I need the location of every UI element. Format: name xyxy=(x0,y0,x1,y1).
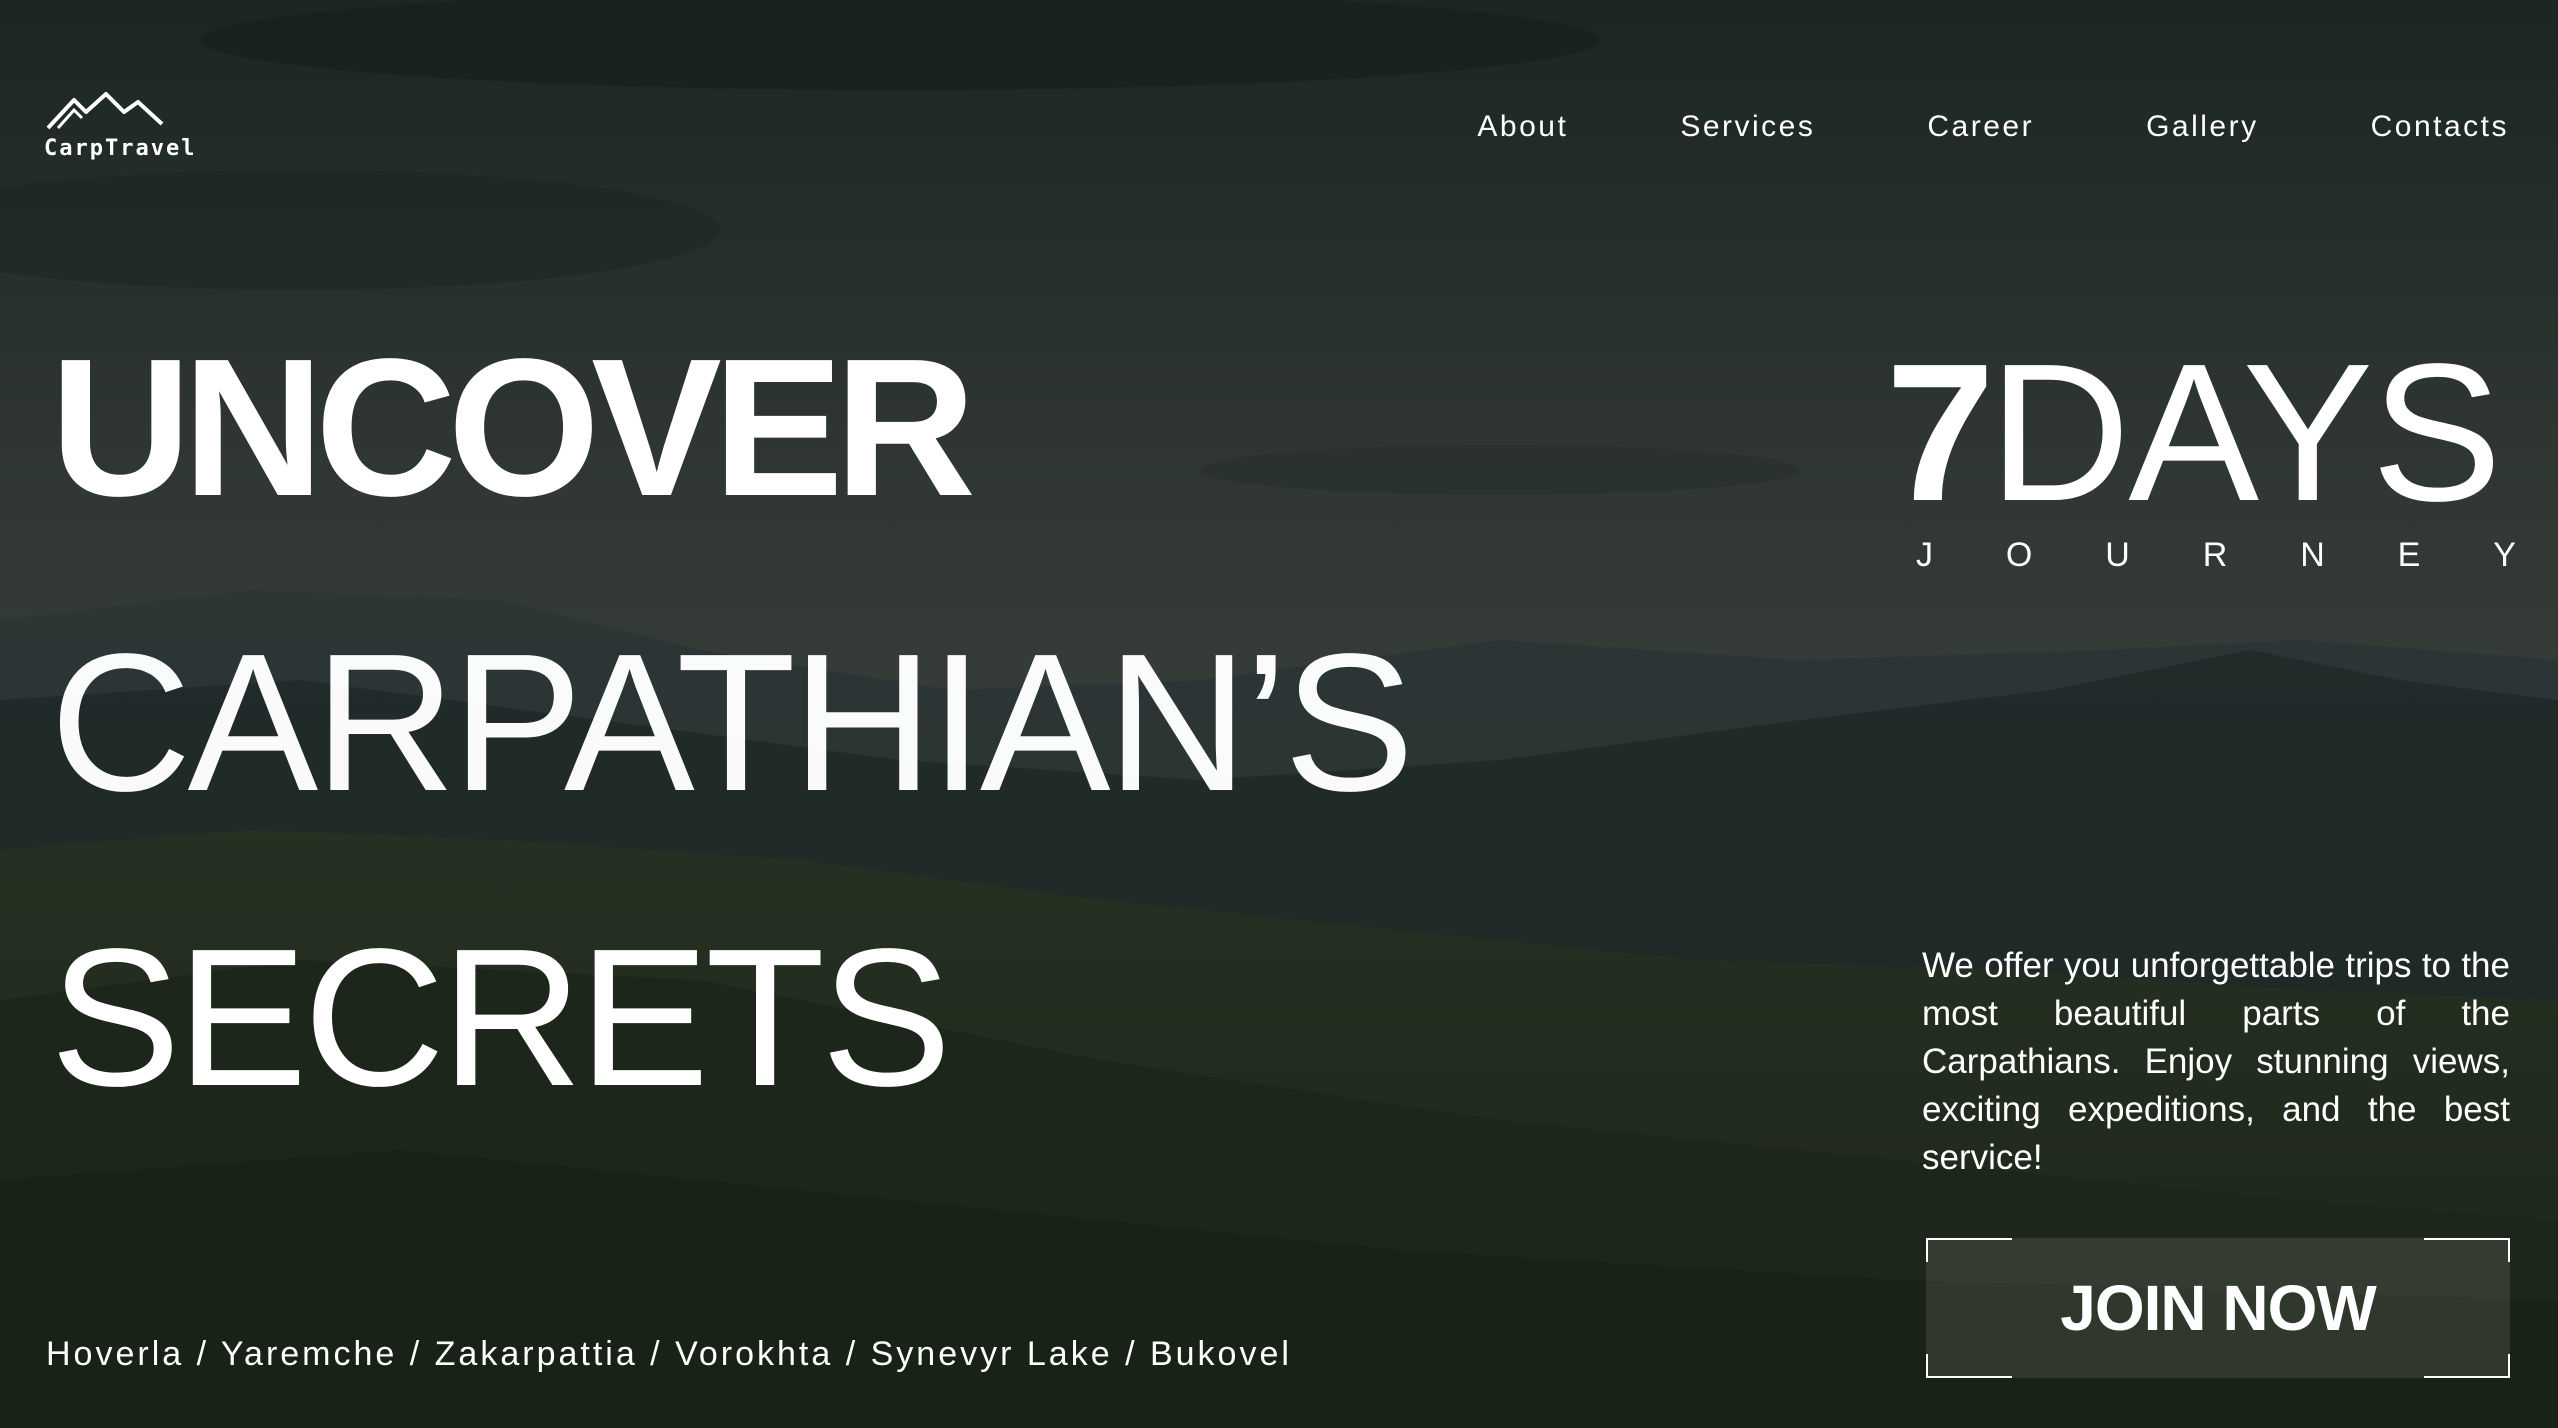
nav-link-services[interactable]: Services xyxy=(1680,110,1815,144)
days-word: DAYS xyxy=(1988,323,2502,542)
journey-letter: U xyxy=(2105,536,2130,574)
journey-letter: O xyxy=(2005,536,2033,574)
mountain-logo-icon xyxy=(46,92,164,130)
nav-link-career[interactable]: Career xyxy=(1927,110,2034,144)
join-now-button[interactable]: JOIN NOW xyxy=(1926,1238,2510,1378)
button-corner-decoration xyxy=(2424,1238,2510,1262)
journey-letter: R xyxy=(2202,536,2228,574)
hero-title-line-2: CARPATHIAN’S xyxy=(50,613,1414,832)
hero-section: CarpTravel About Services Career Gallery… xyxy=(0,0,2558,1428)
button-corner-decoration xyxy=(1926,1238,2012,1262)
days-counter: 7DAYS xyxy=(1886,335,2502,531)
nav-link-about[interactable]: About xyxy=(1477,110,1568,144)
hero-title-line-3: SECRETS xyxy=(50,908,952,1127)
join-now-label: JOIN NOW xyxy=(2060,1272,2377,1344)
hero-description: We offer you unforgettable trips to the … xyxy=(1922,946,2510,1177)
logo-text: CarpTravel xyxy=(44,136,197,161)
journey-letter: E xyxy=(2397,536,2421,574)
days-number: 7 xyxy=(1885,323,1995,542)
journey-letter: Y xyxy=(2493,536,2516,574)
places-list: Hoverla / Yaremche / Zakarpattia / Vorok… xyxy=(46,1335,1292,1373)
journey-letter: N xyxy=(2300,536,2325,574)
nav-link-gallery[interactable]: Gallery xyxy=(2146,110,2259,144)
logo[interactable]: CarpTravel xyxy=(44,90,194,170)
main-nav: About Services Career Gallery Contacts xyxy=(1477,110,2509,144)
journey-letter: J xyxy=(1916,536,1933,574)
hero-title-line-1: UNCOVER xyxy=(50,318,976,537)
button-corner-decoration xyxy=(2424,1354,2510,1378)
journey-label: J O U R N E Y xyxy=(1916,536,2516,575)
nav-link-contacts[interactable]: Contacts xyxy=(2371,110,2509,144)
button-corner-decoration xyxy=(1926,1354,2012,1378)
